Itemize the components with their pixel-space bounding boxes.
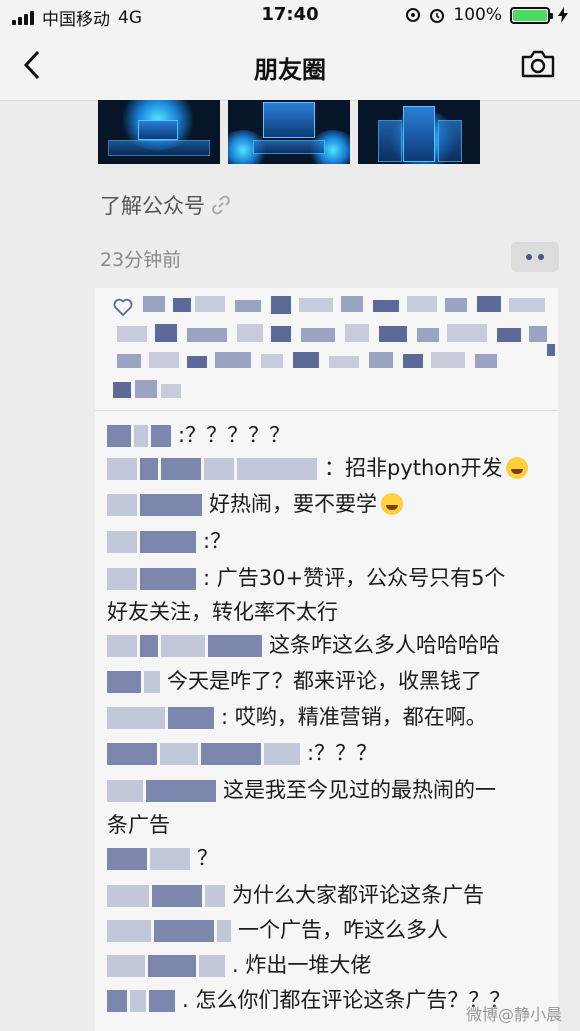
location-icon bbox=[406, 8, 421, 22]
comment-item[interactable]: . 怎么你们都在评论这条广告？？？ bbox=[107, 985, 510, 1015]
comment-text: . 炸出一堆大佬 bbox=[232, 953, 372, 977]
link-icon bbox=[212, 195, 230, 215]
post-time: 23分钟前 bbox=[100, 249, 182, 271]
comment-item[interactable]: . 炸出一堆大佬 bbox=[107, 950, 371, 980]
comment-text: 好热闹，要不要学 bbox=[209, 492, 377, 516]
comment-item[interactable]: 这条咋这么多人哈哈哈哈 bbox=[107, 630, 500, 660]
more-button[interactable] bbox=[511, 242, 559, 272]
thinking-emoji-icon bbox=[381, 493, 403, 515]
comment-item[interactable]: ？ bbox=[107, 843, 218, 873]
alarm-icon bbox=[430, 9, 445, 23]
watermark: 微博@静小晨 bbox=[465, 1005, 562, 1024]
comment-text: 这是我至今见过的最热闹的一 bbox=[223, 778, 496, 802]
post-image-3[interactable] bbox=[358, 100, 480, 164]
comment-text-cont: 好友关注，转化率不太行 bbox=[107, 600, 338, 624]
comment-text: ？ bbox=[197, 846, 218, 870]
heart-icon bbox=[113, 298, 133, 316]
comment-item[interactable]: 为什么大家都评论这条广告 bbox=[107, 880, 484, 910]
comment-text: 今天是咋了？都来评论，收黑钱了 bbox=[167, 669, 482, 693]
comment-text: . 怎么你们都在评论这条广告？？？ bbox=[182, 988, 511, 1012]
comment-box: :？？？？？ ：招非python开发 好热闹，要不要学 :？ : 广告30+赞评… bbox=[95, 288, 558, 1031]
comment-item[interactable]: 今天是咋了？都来评论，收黑钱了 bbox=[107, 666, 482, 696]
status-bar: 中国移动 4G 17:40 100% bbox=[0, 0, 580, 32]
battery-percent: 100% bbox=[453, 5, 502, 25]
comment-item[interactable]: : 广告30+赞评，公众号只有5个 bbox=[107, 563, 505, 593]
comment-text: : 广告30+赞评，公众号只有5个 bbox=[203, 566, 506, 590]
comment-text: :？？？？？ bbox=[178, 423, 291, 447]
comment-text: :？ bbox=[203, 529, 232, 553]
comment-item[interactable]: :？？？？？ bbox=[107, 420, 290, 450]
comment-text-cont: 条广告 bbox=[107, 813, 170, 837]
comment-item[interactable]: 好热闹，要不要学 bbox=[107, 489, 403, 519]
comment-text: : 哎哟，精准营销，都在啊。 bbox=[221, 705, 487, 729]
charging-icon bbox=[558, 7, 568, 23]
nav-bar: 朋友圈 bbox=[0, 32, 580, 101]
post-image-1[interactable] bbox=[98, 100, 220, 164]
battery-icon bbox=[510, 6, 553, 24]
more-dots-icon bbox=[526, 254, 532, 260]
comment-item[interactable]: 这是我至今见过的最热闹的一 bbox=[107, 775, 496, 805]
comment-text: 一个广告，咋这么多人 bbox=[238, 918, 448, 942]
camera-button[interactable] bbox=[520, 48, 560, 84]
camera-icon bbox=[521, 50, 555, 78]
comment-item[interactable]: 一个广告，咋这么多人 bbox=[107, 915, 448, 945]
comment-item[interactable]: :？？？ bbox=[107, 738, 377, 768]
post-image-2[interactable] bbox=[228, 100, 350, 164]
comment-text: 为什么大家都评论这条广告 bbox=[232, 883, 484, 907]
comment-item[interactable]: ：招非python开发 bbox=[107, 453, 529, 483]
learn-account-label: 了解公众号 bbox=[100, 194, 205, 218]
learn-account-link[interactable]: 了解公众号 bbox=[100, 190, 231, 220]
laughing-emoji-icon bbox=[506, 457, 529, 479]
likes-area bbox=[95, 288, 558, 411]
comment-item[interactable]: : 哎哟，精准营销，都在啊。 bbox=[107, 702, 487, 732]
comment-text: :？？？ bbox=[307, 741, 378, 765]
comment-text: 这条咋这么多人哈哈哈哈 bbox=[269, 633, 500, 657]
comment-item[interactable]: :？ bbox=[107, 526, 231, 556]
comment-text: ：招非python开发 bbox=[324, 456, 503, 480]
page-title: 朋友圈 bbox=[254, 56, 326, 84]
